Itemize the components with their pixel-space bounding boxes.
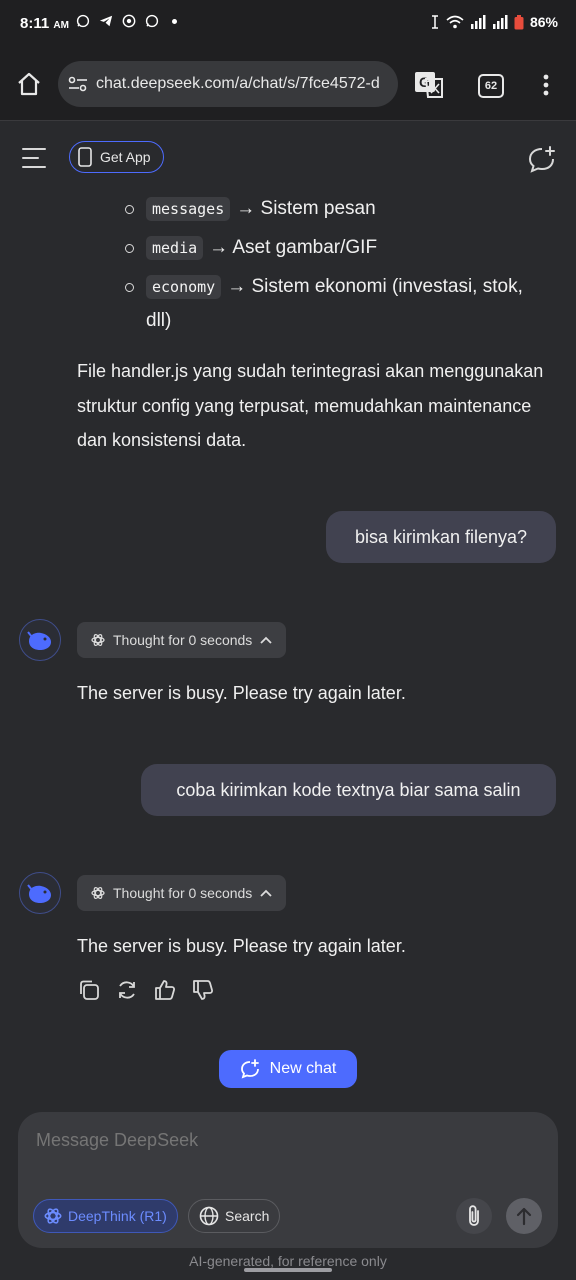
alarm-icon [431, 15, 438, 29]
disclaimer: AI-generated, for reference only [189, 1253, 387, 1269]
system-status: 86% [430, 14, 558, 30]
list-item: messages → Sistem pesan [125, 192, 376, 226]
list-item-text: → Aset gambar/GIF [209, 237, 378, 258]
thought-toggle[interactable]: Thought for 0 seconds [77, 622, 287, 658]
menu-icon[interactable] [22, 147, 46, 169]
deepseek-whale-icon [27, 884, 51, 903]
deepthink-label: DeepThink (R1) [68, 1208, 167, 1224]
arrow-up-icon [516, 1207, 532, 1226]
new-chat-icon[interactable] [528, 145, 556, 173]
list-item: media → Aset gambar/GIF [125, 231, 377, 265]
user-message: coba kirimkan kode textnya biar sama sal… [141, 764, 556, 816]
send-button[interactable] [506, 1198, 542, 1234]
chevron-up-icon [260, 889, 272, 897]
list-item-text: → Sistem pesan [236, 198, 376, 219]
browser-toolbar: chat.deepseek.com/a/chat/s/7fce4572-d G … [0, 46, 576, 121]
thumbs-down-icon[interactable] [191, 978, 215, 1002]
atom-icon [44, 1208, 62, 1224]
home-icon[interactable] [16, 72, 42, 96]
bullet-icon [125, 283, 134, 292]
bullet-icon [125, 244, 134, 253]
new-chat-button[interactable]: New chat [219, 1050, 357, 1088]
wifi-icon [446, 15, 464, 29]
chrome-icon [122, 14, 136, 28]
more-notifications-dot [172, 18, 177, 24]
code-span: media [146, 236, 204, 260]
svg-text:G: G [419, 74, 430, 90]
thought-label: Thought for 0 seconds [113, 885, 253, 901]
user-message: bisa kirimkan filenya? [326, 511, 556, 563]
code-span: economy [146, 275, 222, 299]
list-item: economy → Sistem ekonomi (investasi, stok… [125, 270, 525, 338]
paperclip-icon [469, 1205, 479, 1226]
app-header: Get App [0, 121, 576, 193]
signal-icon [470, 15, 486, 29]
search-label: Search [225, 1208, 270, 1224]
get-app-button[interactable]: Get App [69, 141, 164, 173]
deepseek-avatar [19, 872, 61, 914]
tab-switcher-button[interactable]: 62 [478, 74, 504, 98]
atom-icon [91, 887, 105, 899]
status-bar: 8:11 AM 86% [0, 0, 576, 46]
battery-icon [514, 14, 524, 29]
assistant-reply: The server is busy. Please try again lat… [77, 936, 406, 956]
copy-icon[interactable] [77, 978, 101, 1002]
bullet-icon [125, 205, 134, 214]
more-vert-icon[interactable] [542, 74, 550, 96]
telegram-icon [99, 15, 113, 27]
message-composer: DeepThink (R1) Search [18, 1112, 558, 1248]
site-settings-icon[interactable] [68, 76, 88, 92]
whatsapp-icon [145, 14, 159, 28]
status-time: 8:11 AM [20, 15, 69, 32]
home-indicator[interactable] [244, 1268, 332, 1272]
chevron-up-icon [260, 636, 272, 644]
signal-icon [492, 15, 508, 29]
regenerate-icon[interactable] [115, 978, 139, 1002]
code-span: messages [146, 197, 231, 221]
message-actions [77, 978, 215, 1002]
deepthink-toggle[interactable]: DeepThink (R1) [33, 1199, 178, 1233]
phone-icon [78, 147, 92, 167]
search-toggle[interactable]: Search [188, 1199, 281, 1233]
address-bar[interactable]: chat.deepseek.com/a/chat/s/7fce4572-d [58, 61, 398, 107]
globe-icon [199, 1206, 219, 1226]
url-text[interactable]: chat.deepseek.com/a/chat/s/7fce4572-d [96, 75, 392, 93]
attach-button[interactable] [456, 1198, 492, 1234]
new-chat-icon [240, 1059, 259, 1079]
thought-toggle[interactable]: Thought for 0 seconds [77, 875, 287, 911]
assistant-paragraph: File handler.js yang sudah terintegrasi … [77, 361, 544, 450]
assistant-reply: The server is busy. Please try again lat… [77, 683, 406, 703]
whatsapp-icon [76, 14, 90, 28]
battery-percent: 86% [529, 14, 558, 30]
notification-icons [76, 14, 177, 28]
thumbs-up-icon[interactable] [153, 978, 177, 1002]
atom-icon [91, 634, 105, 646]
message-input[interactable] [36, 1130, 456, 1151]
new-chat-label: New chat [269, 1060, 337, 1077]
get-app-label: Get App [100, 149, 151, 165]
deepseek-whale-icon [27, 631, 51, 650]
translate-icon[interactable]: G [414, 71, 444, 99]
deepseek-avatar [19, 619, 61, 661]
thought-label: Thought for 0 seconds [113, 632, 253, 648]
